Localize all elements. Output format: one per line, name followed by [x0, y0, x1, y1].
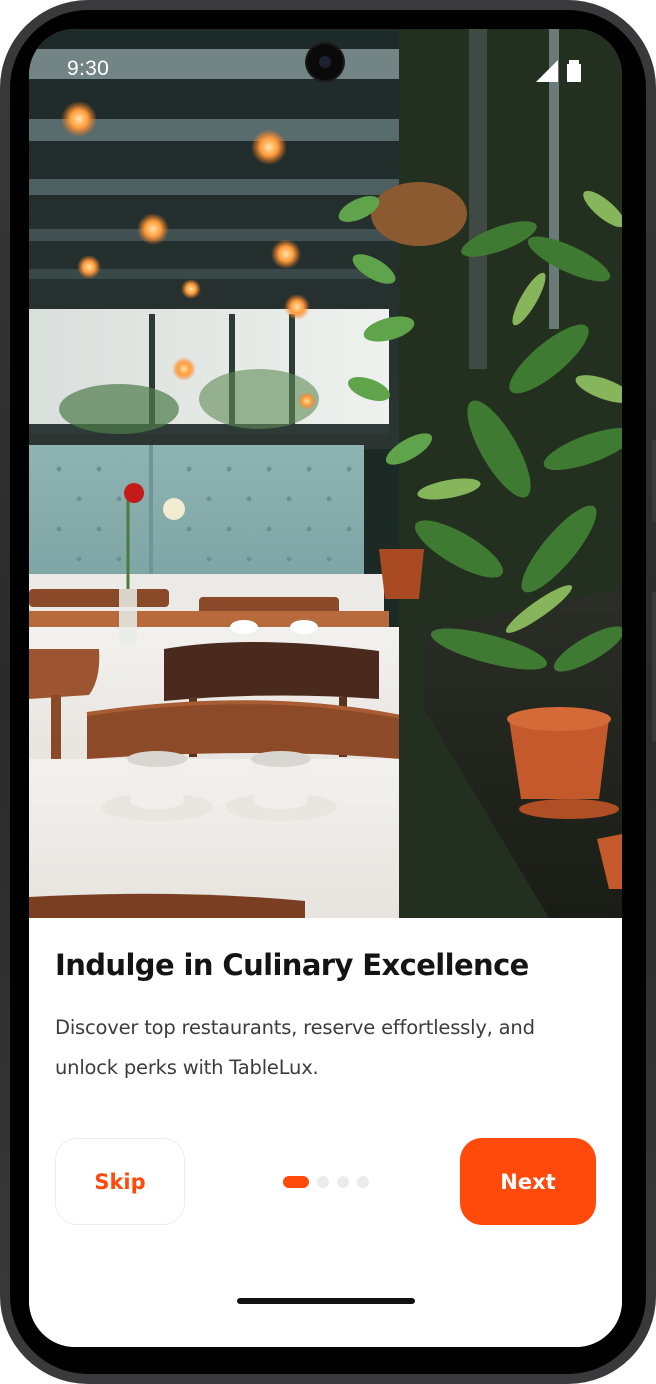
home-indicator[interactable] [237, 1298, 415, 1304]
onboarding-description: Discover top restaurants, reserve effort… [55, 1016, 535, 1079]
page-dot [337, 1176, 349, 1188]
phone-frame: 9:30 Indulge in Culinary Excellence Disc… [0, 0, 656, 1384]
screen: 9:30 Indulge in Culinary Excellence Disc… [29, 29, 622, 1347]
status-bar: 9:30 [29, 29, 622, 109]
battery-icon [567, 60, 581, 82]
signal-icon [536, 60, 558, 82]
skip-button[interactable]: Skip [55, 1138, 185, 1225]
volume-button [652, 440, 656, 522]
next-button[interactable]: Next [460, 1138, 596, 1225]
page-dot [317, 1176, 329, 1188]
hero-image [29, 29, 622, 918]
onboarding-title: Indulge in Culinary Excellence [55, 948, 529, 982]
power-button [652, 592, 656, 742]
onboarding-panel: Indulge in Culinary Excellence Discover … [29, 918, 622, 1347]
status-time: 9:30 [67, 57, 110, 80]
front-camera [307, 44, 343, 80]
page-dot-active [283, 1176, 309, 1188]
page-dot [357, 1176, 369, 1188]
page-indicator [283, 1175, 369, 1189]
restaurant-interior-illustration [29, 29, 622, 918]
